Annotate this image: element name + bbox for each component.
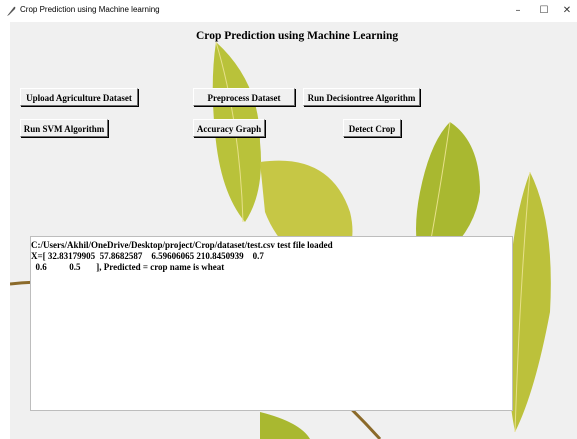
run-decisiontree-button[interactable]: Run Decisiontree Algorithm [303,88,420,106]
accuracy-graph-button[interactable]: Accuracy Graph [193,119,265,137]
client-area: Crop Prediction using Machine Learning U… [10,22,577,439]
close-button[interactable]: ✕ [560,4,574,18]
title-bar[interactable]: Crop Prediction using Machine learning –… [0,0,577,22]
output-line: X=[ 32.83179905 57.8682587 6.59606065 21… [31,251,264,261]
upload-dataset-button[interactable]: Upload Agriculture Dataset [20,88,138,106]
page-title: Crop Prediction using Machine Learning [196,30,399,42]
preprocess-dataset-button[interactable]: Preprocess Dataset [193,88,295,106]
output-text-area[interactable]: C:/Users/Akhil/OneDrive/Desktop/project/… [30,236,513,411]
run-svm-button[interactable]: Run SVM Algorithm [20,119,108,137]
output-line: C:/Users/Akhil/OneDrive/Desktop/project/… [31,240,333,250]
app-window: Crop Prediction using Machine learning –… [0,0,577,439]
detect-crop-button[interactable]: Detect Crop [343,119,401,137]
output-line: 0.6 0.5 ], Predicted = crop name is whea… [31,262,225,272]
maximize-button[interactable]: ☐ [537,4,551,18]
window-title: Crop Prediction using Machine learning [20,5,160,14]
feather-icon [7,6,16,16]
minimize-button[interactable]: – [511,4,525,18]
